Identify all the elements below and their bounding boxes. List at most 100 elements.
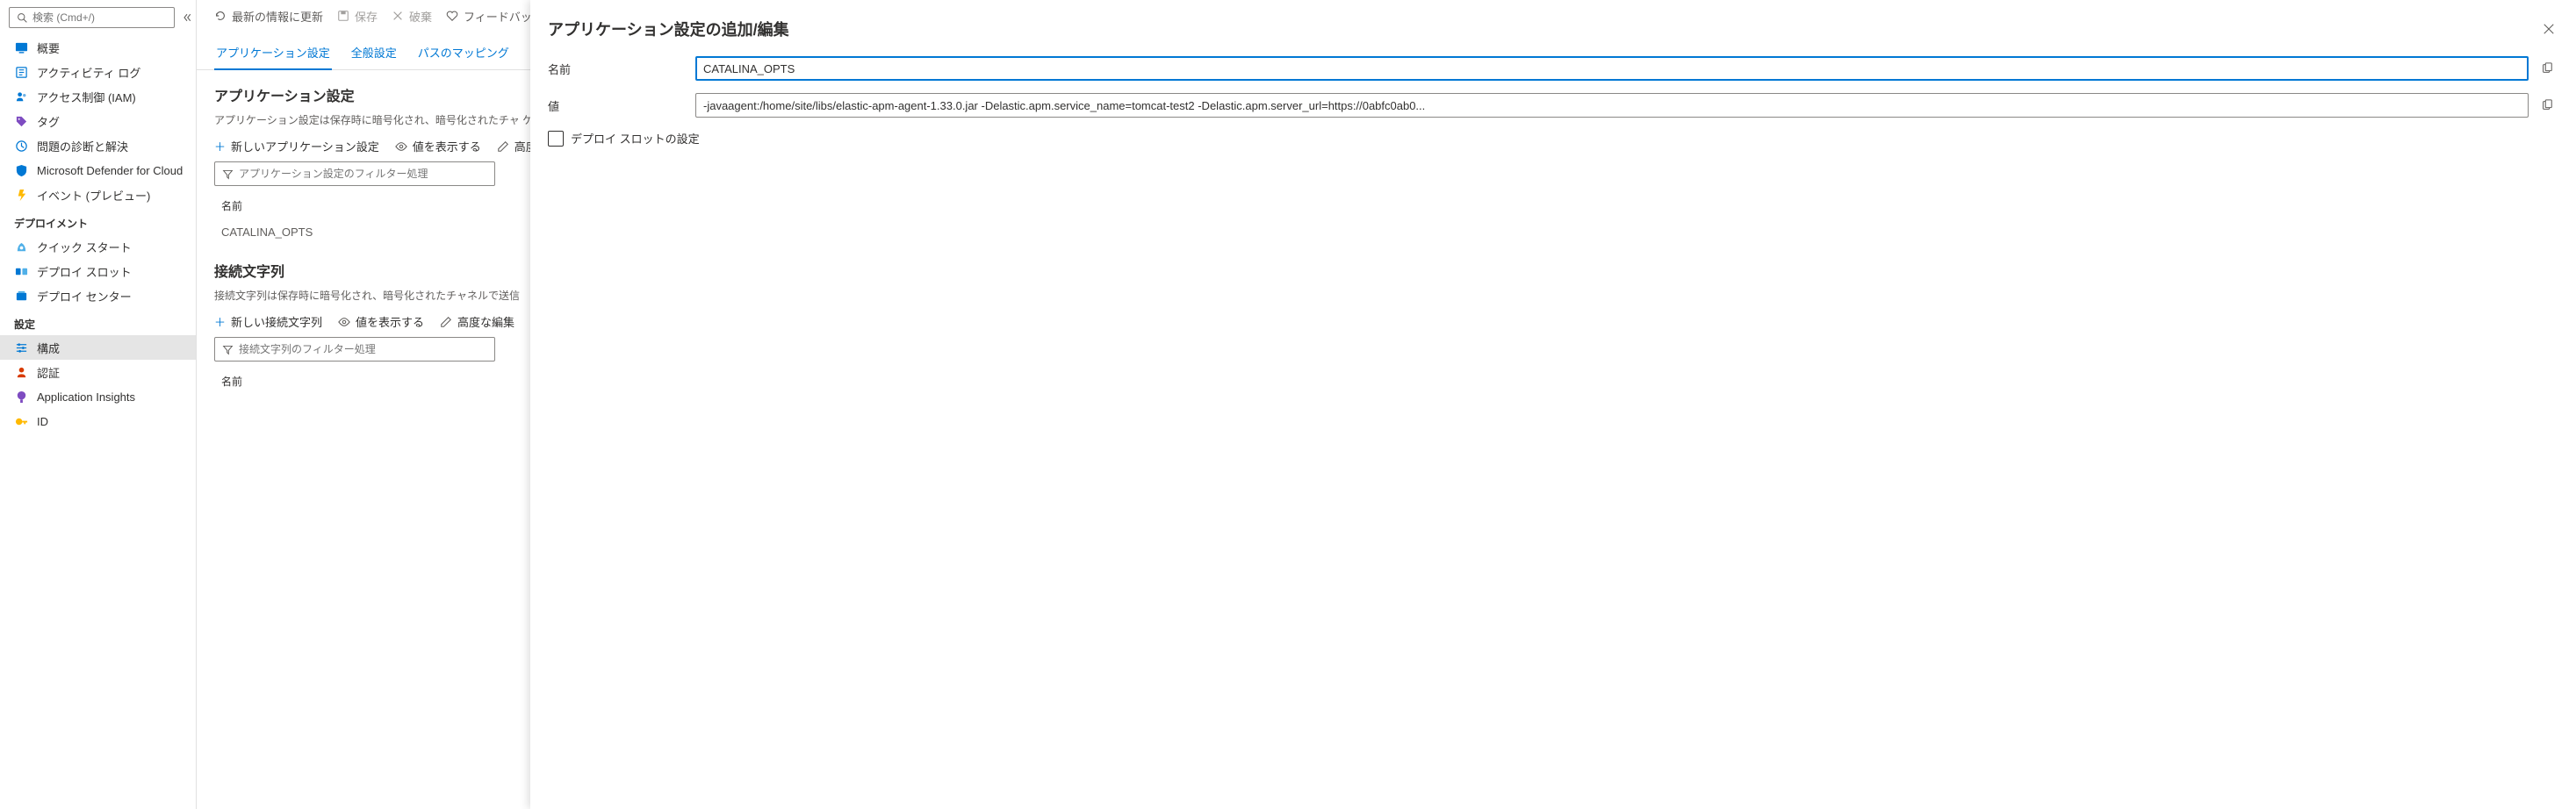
nav-deploy-slot[interactable]: デプロイ スロット	[0, 259, 196, 283]
label-value: 値	[548, 97, 695, 114]
nav-label: Microsoft Defender for Cloud	[37, 164, 183, 177]
flyout-title: アプリケーション設定の追加/編集	[548, 18, 789, 40]
collapse-sidebar-button[interactable]	[180, 11, 194, 25]
eye-icon	[338, 316, 350, 328]
save-button: 保存	[337, 8, 378, 25]
save-icon	[337, 10, 349, 22]
nav-label: 構成	[37, 340, 60, 356]
value-input[interactable]	[695, 93, 2529, 118]
close-button[interactable]	[2539, 19, 2558, 39]
name-input[interactable]	[695, 56, 2529, 81]
app-insights-icon	[14, 390, 28, 404]
feedback-button[interactable]: フィードバッ	[446, 8, 532, 25]
nav-authentication[interactable]: 認証	[0, 360, 196, 384]
identity-icon	[14, 414, 28, 428]
nav-label: 問題の診断と解決	[37, 138, 128, 154]
tags-icon	[14, 114, 28, 128]
nav-quickstart[interactable]: クイック スタート	[0, 234, 196, 259]
cmd-label: 高度な編集	[457, 313, 514, 330]
nav-configuration[interactable]: 構成	[0, 335, 196, 360]
nav-diagnose[interactable]: 問題の診断と解決	[0, 133, 196, 158]
cmd-label: 値を表示する	[356, 313, 424, 330]
conn-string-filter-input[interactable]	[239, 343, 487, 355]
nav-label: デプロイ センター	[37, 288, 132, 304]
copy-icon	[2541, 99, 2553, 111]
defender-icon	[14, 163, 28, 177]
refresh-icon	[214, 10, 227, 22]
deploy-slot-icon	[14, 264, 28, 278]
discard-button: 破棄	[392, 8, 432, 25]
deploy-center-icon	[14, 289, 28, 303]
nav-access-control[interactable]: アクセス制御 (IAM)	[0, 84, 196, 109]
sidebar-search[interactable]	[9, 7, 175, 28]
access-control-icon	[14, 89, 28, 104]
add-app-setting-button[interactable]: ＋ 新しいアプリケーション設定	[214, 138, 379, 154]
toolbar-label: 保存	[355, 8, 378, 25]
quickstart-icon	[14, 240, 28, 254]
copy-value-button[interactable]	[2536, 94, 2558, 117]
tab-app-settings[interactable]: アプリケーション設定	[214, 39, 332, 69]
nav-app-insights[interactable]: Application Insights	[0, 384, 196, 409]
nav-label: イベント (プレビュー)	[37, 187, 150, 204]
toolbar-label: フィードバッ	[464, 8, 532, 25]
nav-label: Application Insights	[37, 390, 135, 404]
copy-icon	[2541, 62, 2553, 75]
discard-icon	[392, 10, 404, 22]
add-conn-string-button[interactable]: ＋ 新しい接続文字列	[214, 313, 322, 330]
cmd-label: 新しいアプリケーション設定	[231, 138, 379, 154]
nav-tags[interactable]: タグ	[0, 109, 196, 133]
filter-icon	[222, 344, 234, 355]
copy-name-button[interactable]	[2536, 57, 2558, 80]
eye-icon	[395, 140, 407, 153]
conn-string-filter[interactable]	[214, 337, 495, 362]
toolbar-label: 最新の情報に更新	[232, 8, 323, 25]
nav-label: 認証	[37, 364, 60, 381]
sidebar-search-input[interactable]	[32, 11, 169, 24]
nav-label: タグ	[37, 113, 60, 130]
nav-section-settings: 設定	[0, 308, 196, 335]
nav-label: クイック スタート	[37, 239, 132, 255]
filter-icon	[222, 168, 234, 180]
nav-label: デプロイ スロット	[37, 263, 132, 280]
nav-label: ID	[37, 415, 48, 428]
heart-icon	[446, 10, 458, 22]
nav-overview[interactable]: 概要	[0, 35, 196, 60]
diagnose-icon	[14, 139, 28, 153]
activity-log-icon	[14, 65, 28, 79]
advanced-edit-button[interactable]: 高度な編集	[440, 313, 514, 330]
nav-label: アクティビティ ログ	[37, 64, 140, 81]
nav-deploy-center[interactable]: デプロイ センター	[0, 283, 196, 308]
cmd-label: 新しい接続文字列	[231, 313, 322, 330]
plus-icon: ＋	[214, 138, 226, 154]
configuration-icon	[14, 340, 28, 354]
nav-defender[interactable]: Microsoft Defender for Cloud	[0, 158, 196, 183]
deploy-slot-label: デプロイ スロットの設定	[571, 130, 700, 147]
tab-path-mappings[interactable]: パスのマッピング	[416, 39, 511, 69]
sidebar: 概要 アクティビティ ログ アクセス制御 (IAM) タグ 問題の診断と解決 M…	[0, 0, 197, 809]
nav-activity-log[interactable]: アクティビティ ログ	[0, 60, 196, 84]
nav-events[interactable]: イベント (プレビュー)	[0, 183, 196, 207]
nav-label: 概要	[37, 39, 60, 56]
authentication-icon	[14, 365, 28, 379]
nav-identity[interactable]: ID	[0, 409, 196, 433]
app-settings-filter-input[interactable]	[239, 168, 487, 180]
label-name: 名前	[548, 61, 695, 77]
refresh-button[interactable]: 最新の情報に更新	[214, 8, 323, 25]
events-icon	[14, 188, 28, 202]
cmd-label: 値を表示する	[413, 138, 481, 154]
deploy-slot-checkbox[interactable]	[548, 131, 564, 147]
show-values-button[interactable]: 値を表示する	[395, 138, 481, 154]
pencil-icon	[497, 140, 509, 153]
show-values-button[interactable]: 値を表示する	[338, 313, 424, 330]
app-settings-filter[interactable]	[214, 161, 495, 186]
nav-label: アクセス制御 (IAM)	[37, 89, 136, 105]
nav-section-deployment: デプロイメント	[0, 207, 196, 234]
search-icon	[15, 11, 29, 25]
pencil-icon	[440, 316, 452, 328]
plus-icon: ＋	[214, 313, 226, 330]
edit-app-setting-panel: アプリケーション設定の追加/編集 名前 値 デプロイ スロットの設定	[530, 0, 2576, 809]
overview-icon	[14, 40, 28, 54]
close-icon	[2543, 23, 2555, 35]
toolbar-label: 破棄	[409, 8, 432, 25]
tab-general[interactable]: 全般設定	[349, 39, 399, 69]
